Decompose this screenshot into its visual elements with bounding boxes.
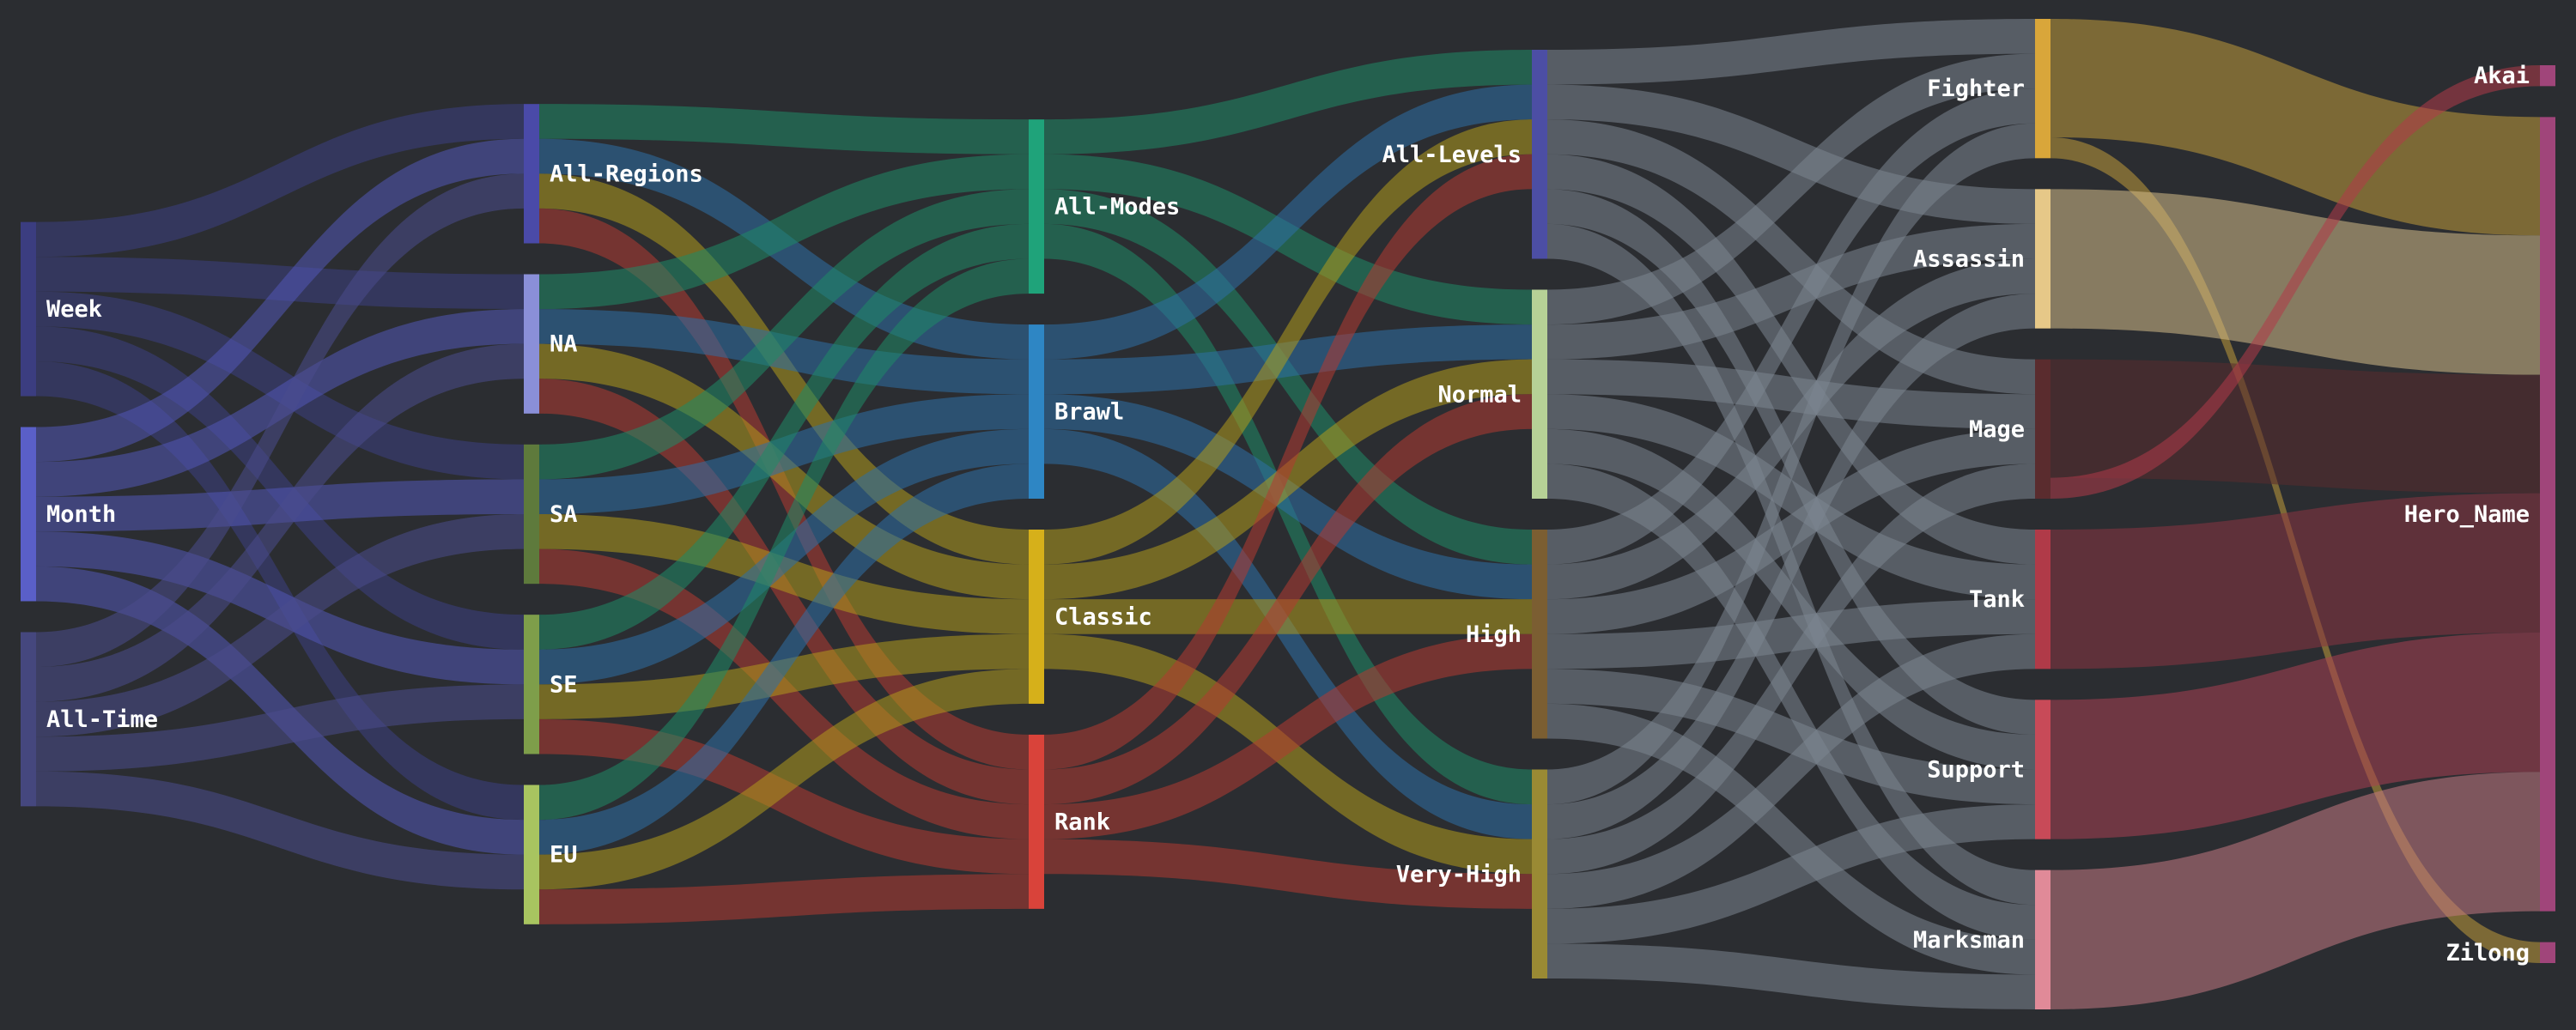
node-label-marksman: Marksman [1913, 927, 2025, 954]
node-label-fighter: Fighter [1927, 76, 2025, 102]
node-label-heroname: Hero_Name [2404, 501, 2530, 528]
node-label-allregions: All-Regions [550, 161, 703, 187]
node-label-normal: Normal [1437, 381, 1522, 408]
node-bar-month[interactable] [21, 427, 36, 602]
node-label-alllevels: All-Levels [1382, 142, 1522, 168]
node-bar-fighter[interactable] [2035, 19, 2050, 159]
node-bar-veryhigh[interactable] [1532, 769, 1547, 979]
node-bar-alltime[interactable] [21, 632, 36, 807]
node-bar-marksman[interactable] [2035, 869, 2050, 1009]
node-label-mage: Mage [1969, 416, 2025, 443]
node-bar-akai[interactable] [2540, 65, 2555, 87]
node-bar-mage[interactable] [2035, 359, 2050, 499]
node-bar-sa[interactable] [524, 444, 539, 585]
node-bar-tank[interactable] [2035, 530, 2050, 670]
node-label-akai: Akai [2474, 63, 2530, 89]
node-label-se: SE [550, 671, 578, 698]
node-bar-support[interactable] [2035, 700, 2050, 839]
node-label-brawl: Brawl [1054, 399, 1124, 426]
node-bar-heroname[interactable] [2540, 117, 2555, 912]
node-label-veryhigh: Very-High [1396, 861, 1522, 888]
node-label-zilong: Zilong [2445, 940, 2530, 966]
node-label-na: NA [550, 331, 578, 358]
node-label-eu: EU [550, 842, 578, 869]
node-bar-alllevels[interactable] [1532, 50, 1547, 259]
sankey-diagram: Week Month All-Time All-Regions NA SA SE EU All-… [0, 0, 2576, 1030]
node-bar-week[interactable] [21, 221, 36, 397]
node-bar-allregions[interactable] [524, 104, 539, 244]
node-bar-normal[interactable] [1532, 289, 1547, 500]
node-bar-assassin[interactable] [2035, 189, 2050, 329]
node-label-allmodes: All-Modes [1054, 194, 1180, 221]
node-label-alltime: All-Time [46, 706, 158, 733]
node-bar-eu[interactable] [524, 785, 539, 924]
node-bar-high[interactable] [1532, 530, 1547, 739]
node-bar-allmodes[interactable] [1029, 119, 1044, 294]
node-label-tank: Tank [1969, 586, 2025, 613]
node-label-month: Month [46, 501, 116, 528]
node-label-high: High [1466, 621, 1522, 648]
node-label-week: Week [46, 296, 102, 323]
node-bar-se[interactable] [524, 615, 539, 754]
node-bar-rank[interactable] [1029, 734, 1044, 909]
node-label-assassin: Assassin [1913, 246, 2025, 273]
node-bar-na[interactable] [524, 274, 539, 414]
node-bar-classic[interactable] [1029, 530, 1044, 704]
node-label-rank: Rank [1054, 809, 1110, 835]
node-label-support: Support [1927, 757, 2025, 784]
node-label-sa: SA [550, 501, 578, 528]
node-bar-brawl[interactable] [1029, 324, 1044, 499]
node-bar-zilong[interactable] [2540, 942, 2555, 963]
node-label-classic: Classic [1054, 603, 1152, 630]
